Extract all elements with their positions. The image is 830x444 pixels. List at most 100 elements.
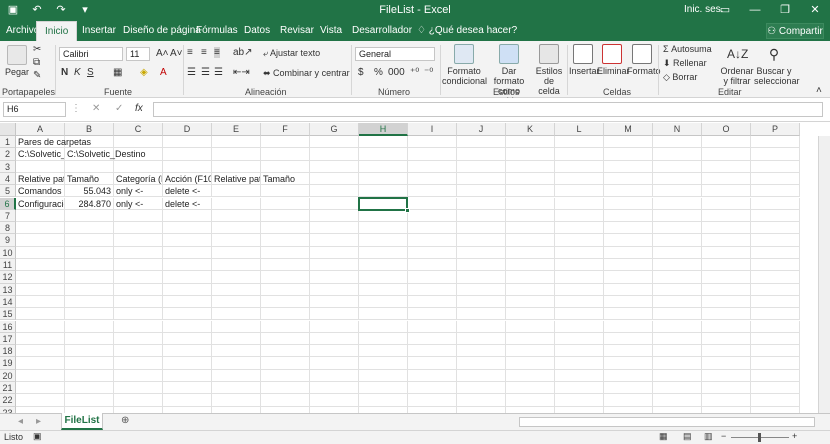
autosum-button[interactable]: Σ Autosuma	[663, 44, 712, 54]
cell-p16[interactable]	[751, 320, 800, 333]
cell-g22[interactable]	[310, 394, 359, 407]
cell-a19[interactable]	[16, 357, 65, 370]
cell-b11[interactable]	[65, 259, 114, 272]
column-header-c[interactable]: C	[114, 123, 163, 136]
cell-b1[interactable]	[65, 136, 114, 149]
cell-d5[interactable]: delete <-	[163, 185, 212, 198]
cell-d17[interactable]	[163, 332, 212, 346]
column-header-h[interactable]: H	[359, 123, 408, 136]
worksheet-grid[interactable]: A B C D E F G H I J K L M N O P 1 Pares de carpetas 2 C:\So…	[0, 123, 830, 413]
cell-l21[interactable]	[555, 382, 604, 395]
cell-n10[interactable]	[653, 246, 702, 259]
cell-b6[interactable]: 284.870	[65, 197, 114, 210]
cell-p18[interactable]	[751, 345, 800, 358]
collapse-ribbon-icon[interactable]: ˄	[816, 85, 822, 96]
cell-k22[interactable]	[506, 394, 555, 407]
fill-button[interactable]: ⬇ Rellenar	[663, 58, 707, 68]
cell-d16[interactable]	[163, 320, 212, 333]
cell-n15[interactable]	[653, 308, 702, 321]
tab-diseno[interactable]: Diseño de página	[123, 25, 201, 36]
cell-j10[interactable]	[457, 246, 506, 259]
row-header-12[interactable]: 12	[0, 271, 16, 284]
cell-m11[interactable]	[604, 259, 653, 272]
cell-p13[interactable]	[751, 283, 800, 296]
cell-m22[interactable]	[604, 394, 653, 407]
cell-j17[interactable]	[457, 332, 506, 346]
row-header-22[interactable]: 22	[0, 394, 16, 407]
cell-a3[interactable]	[16, 160, 65, 173]
cell-a16[interactable]	[16, 320, 65, 333]
cell-c2[interactable]	[114, 148, 163, 161]
cell-i20[interactable]	[408, 369, 457, 382]
align-left-icon[interactable]: ☰	[187, 67, 196, 78]
cell-p20[interactable]	[751, 369, 800, 382]
cell-h20[interactable]	[359, 369, 408, 382]
tab-archivo[interactable]: Archivo	[6, 25, 39, 36]
column-header-e[interactable]: E	[212, 123, 261, 136]
sort-filter-button[interactable]: A↓Z Ordenar y filtrar	[720, 44, 754, 86]
cell-e5[interactable]	[212, 185, 261, 198]
cell-g17[interactable]	[310, 332, 359, 346]
cell-c6[interactable]: only <-	[114, 197, 163, 210]
cell-o9[interactable]	[702, 234, 751, 247]
cell-o12[interactable]	[702, 271, 751, 284]
cell-m1[interactable]	[604, 136, 653, 149]
cell-l14[interactable]	[555, 295, 604, 309]
cell-l20[interactable]	[555, 369, 604, 382]
cell-k2[interactable]	[506, 148, 555, 161]
tab-datos[interactable]: Datos	[244, 25, 270, 36]
cell-a4[interactable]: Relative path	[16, 172, 65, 186]
cell-b14[interactable]	[65, 295, 114, 309]
indent-icon[interactable]: ⇤⇥	[233, 67, 250, 78]
row-header-14[interactable]: 14	[0, 295, 16, 309]
cell-l4[interactable]	[555, 172, 604, 186]
column-header-b[interactable]: B	[65, 123, 114, 136]
cell-n9[interactable]	[653, 234, 702, 247]
cell-m5[interactable]	[604, 185, 653, 198]
cell-f10[interactable]	[261, 246, 310, 259]
cell-b13[interactable]	[65, 283, 114, 296]
align-bottom-icon[interactable]: ≡	[214, 47, 220, 58]
cell-f9[interactable]	[261, 234, 310, 247]
cell-b4[interactable]: Tamaño	[65, 172, 114, 186]
borders-icon[interactable]: ▦	[113, 67, 122, 78]
cut-icon[interactable]: ✂	[33, 44, 41, 55]
cell-n21[interactable]	[653, 382, 702, 395]
cell-d15[interactable]	[163, 308, 212, 321]
cell-m3[interactable]	[604, 160, 653, 173]
cell-j15[interactable]	[457, 308, 506, 321]
cell-n7[interactable]	[653, 209, 702, 223]
row-header-20[interactable]: 20	[0, 369, 16, 382]
cell-m7[interactable]	[604, 209, 653, 223]
cell-d4[interactable]: Acción (F10)	[163, 172, 212, 186]
cell-k10[interactable]	[506, 246, 555, 259]
cell-f18[interactable]	[261, 345, 310, 358]
cell-h12[interactable]	[359, 271, 408, 284]
cell-l22[interactable]	[555, 394, 604, 407]
row-header-16[interactable]: 16	[0, 320, 16, 333]
cell-n8[interactable]	[653, 222, 702, 235]
cell-d8[interactable]	[163, 222, 212, 235]
cell-o15[interactable]	[702, 308, 751, 321]
cell-n13[interactable]	[653, 283, 702, 296]
cell-h13[interactable]	[359, 283, 408, 296]
cell-e9[interactable]	[212, 234, 261, 247]
cell-o21[interactable]	[702, 382, 751, 395]
cell-c19[interactable]	[114, 357, 163, 370]
cell-b18[interactable]	[65, 345, 114, 358]
cell-j14[interactable]	[457, 295, 506, 309]
cell-c3[interactable]	[114, 160, 163, 173]
cell-k17[interactable]	[506, 332, 555, 346]
column-header-m[interactable]: M	[604, 123, 653, 136]
cell-g1[interactable]	[310, 136, 359, 149]
cell-n3[interactable]	[653, 160, 702, 173]
cell-g20[interactable]	[310, 369, 359, 382]
cell-i4[interactable]	[408, 172, 457, 186]
row-header-10[interactable]: 10	[0, 246, 16, 259]
cell-h22[interactable]	[359, 394, 408, 407]
cell-j9[interactable]	[457, 234, 506, 247]
cell-k6[interactable]	[506, 197, 555, 210]
grow-font-icon[interactable]: A˄	[156, 48, 169, 59]
cell-b21[interactable]	[65, 382, 114, 395]
cell-k19[interactable]	[506, 357, 555, 370]
